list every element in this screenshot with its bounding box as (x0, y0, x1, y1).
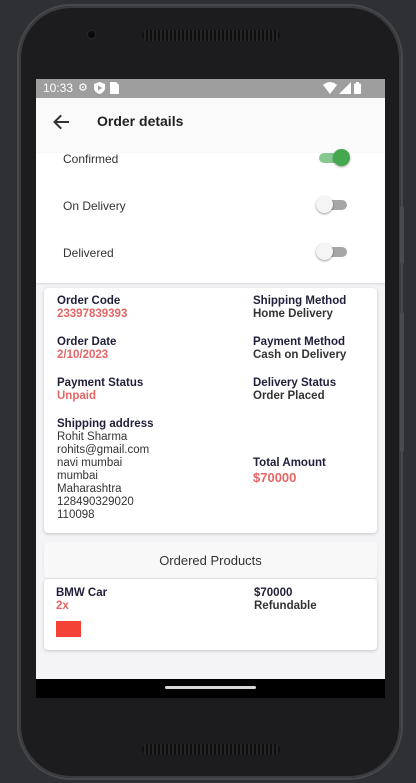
front-camera (86, 29, 97, 40)
order-code-value: 23397839393 (57, 308, 128, 320)
status-row-delivered: Delivered (36, 239, 385, 279)
delivery-status-value: Order Placed (253, 390, 325, 402)
product-card[interactable]: BMW Car 2x $70000 Refundable (44, 579, 377, 650)
order-code-field: Order Code 23397839393 (57, 295, 127, 321)
power-button (400, 312, 404, 452)
payment-method-value: Cash on Delivery (253, 349, 347, 361)
ordered-products-header: Ordered Products (44, 542, 377, 578)
product-name-field: BMW Car 2x (56, 587, 107, 613)
ordered-products-title: Ordered Products (159, 553, 262, 568)
switch-knob (333, 149, 350, 166)
order-status-card: Confirmed On Delivery Delivered (36, 149, 385, 283)
delivery-status-field: Delivery Status Order Placed (253, 377, 336, 403)
order-date-label: Order Date (57, 336, 117, 348)
address-line: 110098 (57, 509, 95, 521)
address-line: 128490329020 (57, 496, 134, 508)
order-date-value: 2/10/2023 (57, 349, 109, 361)
product-price-field: $70000 Refundable (254, 587, 317, 613)
battery-icon (354, 82, 361, 97)
switch-knob (316, 243, 333, 260)
address-line: rohits@gmail.com (57, 444, 150, 456)
payment-method-field: Payment Method Cash on Delivery (253, 336, 346, 362)
order-date-field: Order Date 2/10/2023 (57, 336, 116, 362)
total-amount-label: Total Amount (253, 457, 326, 469)
shipping-address-label: Shipping address (57, 418, 154, 430)
confirmed-switch[interactable] (319, 149, 350, 166)
page-title: Order details (97, 113, 184, 129)
product-color-swatch (56, 621, 81, 637)
product-quantity: 2x (56, 600, 69, 612)
total-amount-field: Total Amount $70000 (253, 457, 326, 486)
status-time: 10:33 (43, 81, 74, 95)
on-delivery-switch[interactable] (316, 196, 347, 213)
delivery-status-label: Delivery Status (253, 377, 337, 389)
status-row-on-delivery: On Delivery (36, 192, 385, 232)
delivered-switch[interactable] (316, 243, 347, 260)
home-gesture-bar[interactable] (165, 686, 256, 689)
address-line: navi mumbai (57, 457, 123, 469)
product-name: BMW Car (56, 587, 108, 599)
order-code-label: Order Code (57, 295, 121, 307)
status-bar: 10:33 ⚙ (36, 79, 385, 98)
gear-icon: ⚙ (78, 82, 88, 94)
signal-icon (339, 82, 351, 97)
payment-status-value: Unpaid (57, 390, 96, 402)
address-line: Rohit Sharma (57, 431, 128, 443)
shipping-method-value: Home Delivery (253, 308, 333, 320)
shipping-address-field: Shipping address Rohit Sharma rohits@gma… (57, 418, 154, 522)
navigation-bar (36, 679, 385, 698)
bottom-speaker (142, 744, 280, 755)
shipping-method-label: Shipping Method (253, 295, 347, 307)
status-label: Delivered (63, 246, 114, 260)
product-price: $70000 (254, 587, 293, 599)
screen: 10:33 ⚙ Order details Confirmed On Deliv… (36, 79, 385, 698)
switch-knob (316, 196, 333, 213)
order-details-card: Order Code 23397839393 Shipping Method H… (44, 288, 377, 533)
top-speaker (142, 30, 280, 41)
wifi-icon (323, 82, 337, 97)
status-row-confirmed: Confirmed (36, 145, 385, 185)
payment-method-label: Payment Method (253, 336, 346, 348)
address-line: Maharashtra (57, 483, 122, 495)
back-arrow-icon[interactable] (51, 112, 71, 132)
total-amount-value: $70000 (253, 470, 297, 485)
product-policy: Refundable (254, 600, 317, 612)
payment-status-field: Payment Status Unpaid (57, 377, 143, 403)
shipping-method-field: Shipping Method Home Delivery (253, 295, 346, 321)
sim-icon (110, 82, 119, 97)
payment-status-label: Payment Status (57, 377, 144, 389)
volume-button (400, 206, 404, 264)
status-label: On Delivery (63, 199, 126, 213)
address-line: mumbai (57, 470, 98, 482)
shield-icon (94, 82, 105, 97)
status-label: Confirmed (63, 152, 119, 166)
